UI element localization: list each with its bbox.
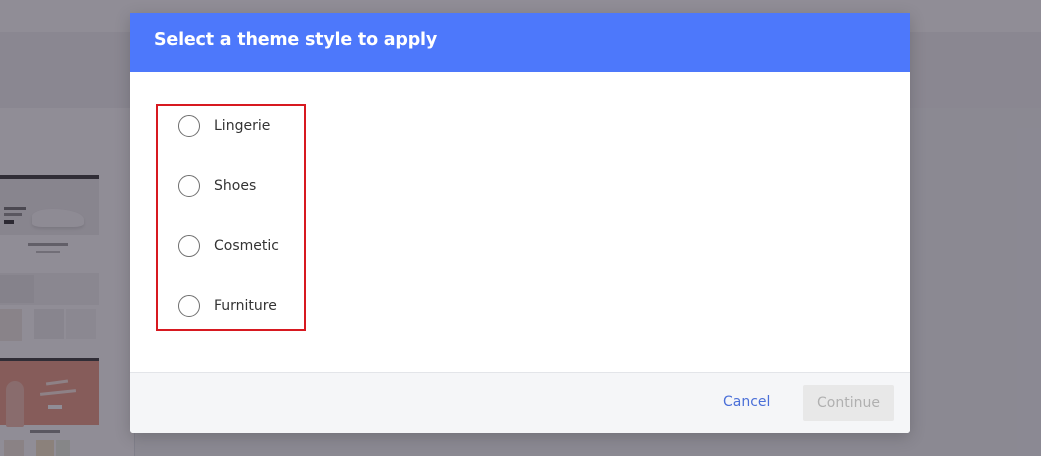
dialog-header: Select a theme style to apply — [130, 13, 910, 72]
cancel-button[interactable]: Cancel — [723, 394, 770, 410]
radio-circle-icon[interactable] — [178, 295, 200, 317]
option-label: Cosmetic — [214, 238, 279, 254]
radio-circle-icon[interactable] — [178, 175, 200, 197]
option-cosmetic[interactable]: Cosmetic — [176, 234, 346, 260]
option-furniture[interactable]: Furniture — [176, 294, 346, 320]
theme-style-dialog: Select a theme style to apply Lingerie S… — [130, 13, 910, 433]
option-label: Shoes — [214, 178, 257, 194]
option-shoes[interactable]: Shoes — [176, 174, 346, 200]
dialog-footer: Cancel Continue — [130, 372, 910, 433]
dialog-body: Lingerie Shoes Cosmetic Furniture — [130, 72, 910, 372]
radio-circle-icon[interactable] — [178, 115, 200, 137]
dialog-title: Select a theme style to apply — [154, 30, 438, 50]
option-lingerie[interactable]: Lingerie — [176, 114, 346, 140]
option-label: Furniture — [214, 298, 277, 314]
radio-circle-icon[interactable] — [178, 235, 200, 257]
option-label: Lingerie — [214, 118, 271, 134]
continue-button[interactable]: Continue — [803, 385, 894, 421]
